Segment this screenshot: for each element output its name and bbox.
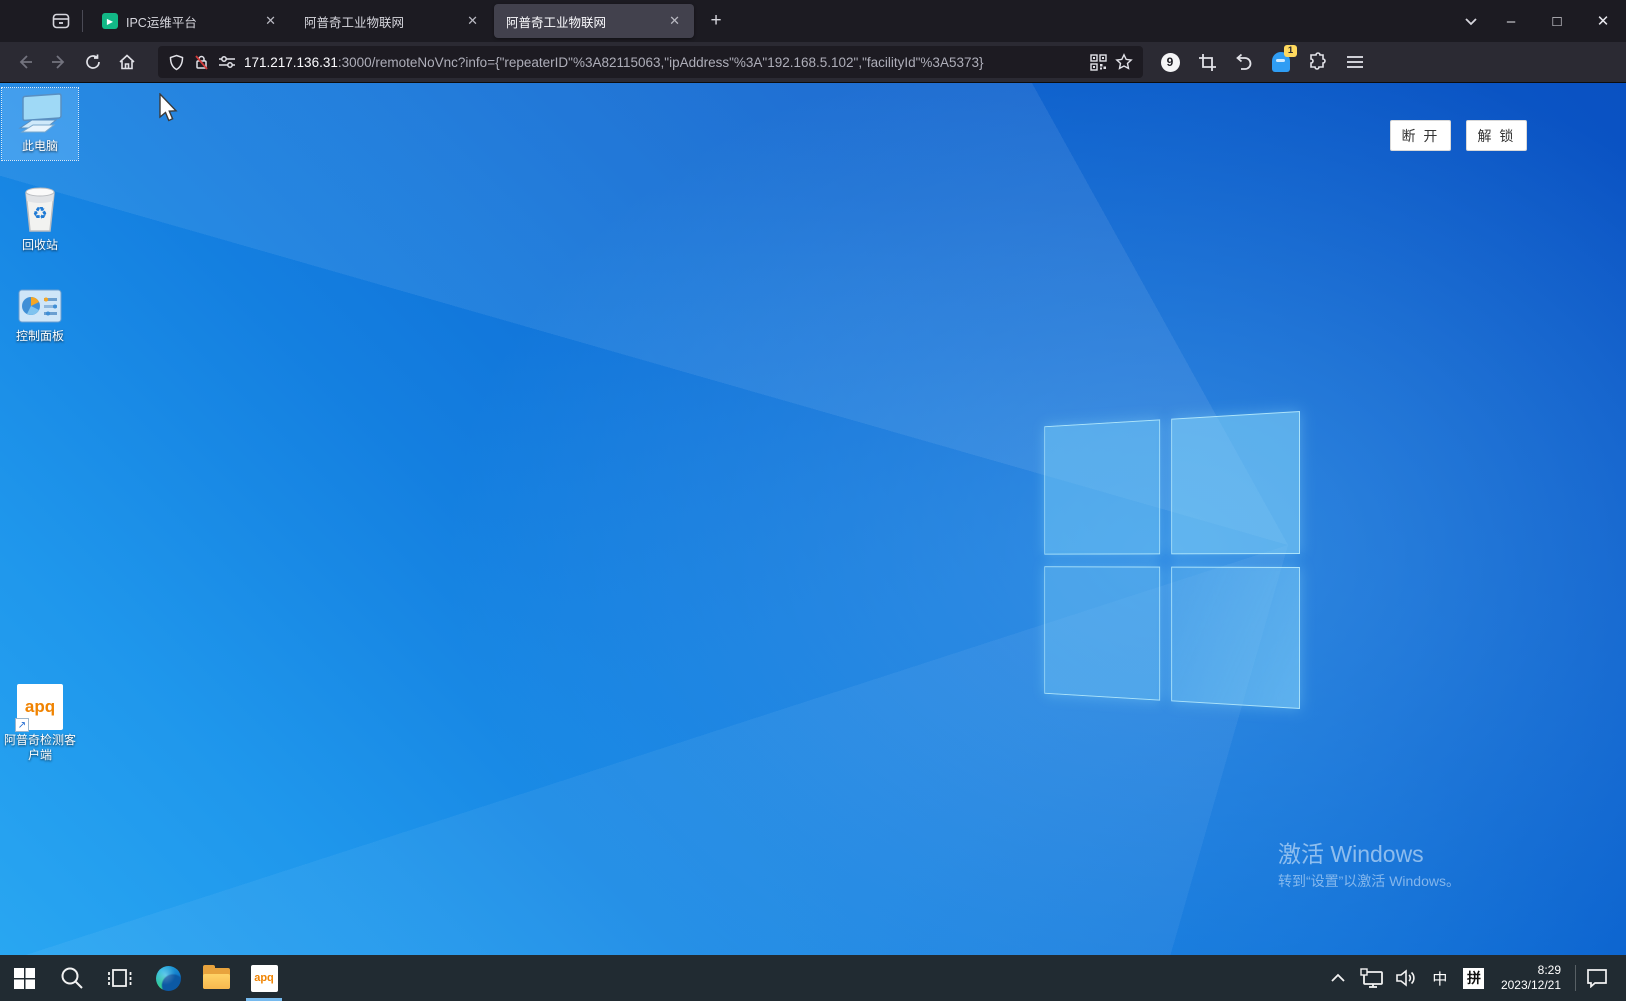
desktop-icon-label: 回收站 [22,238,58,253]
desktop-icon-label: 此电脑 [22,139,58,154]
firefox-view-icon [51,11,71,31]
play-icon: ▶ [102,13,118,29]
ime-pinyin-icon: 拼 [1463,968,1484,989]
permissions-icon[interactable] [218,55,236,69]
reload-button[interactable] [77,46,109,78]
desktop-icon-recycle-bin[interactable]: ♻ 回收站 [2,185,78,253]
desktop-icon-this-pc[interactable]: 此电脑 [2,88,78,160]
shield-icon[interactable] [168,54,185,71]
windows-logo-pane [1044,566,1159,701]
this-pc-icon [16,92,64,136]
edge-browser-button[interactable] [144,955,192,1001]
action-center-button[interactable] [1582,955,1612,1001]
desktop-icon-label: 控制面板 [16,329,64,344]
windows-logo-pane [1044,419,1159,554]
taskbar-empty-area [288,955,1323,1001]
clock-time: 8:29 [1501,963,1561,978]
apq-app-icon: apq ↗ [17,684,63,730]
url-text[interactable]: 171.217.136.31:3000/remoteNoVnc?info={"r… [244,55,1082,70]
extensions-puzzle-button[interactable] [1305,49,1331,75]
tab-title: 阿普奇工业物联网 [304,12,455,31]
mouse-cursor [158,93,180,125]
unlock-button[interactable]: 解 锁 [1466,120,1527,151]
file-explorer-icon [203,968,230,989]
screenshot-crop-button[interactable] [1194,49,1220,75]
new-tab-button[interactable]: + [701,6,731,36]
bookmark-star-icon[interactable] [1115,53,1133,71]
tab-title: IPC运维平台 [126,12,253,31]
browser-window: ▶ IPC运维平台 ✕ 阿普奇工业物联网 ✕ 阿普奇工业物联网 ✕ + – □ … [0,0,1626,1001]
desktop-icon-apq-client[interactable]: apq ↗ 阿普奇检测客户端 [2,684,78,763]
close-button[interactable]: ✕ [1580,0,1626,42]
windows-logo-pane [1171,566,1300,709]
tab-close-icon[interactable]: ✕ [261,11,280,31]
ime-language-button[interactable]: 中 [1425,955,1455,1001]
tab-apuqi-2-active[interactable]: 阿普奇工业物联网 ✕ [494,4,694,38]
desktop-icon-control-panel[interactable]: 控制面板 [2,288,78,344]
tray-divider [1575,965,1576,991]
back-button[interactable] [9,46,41,78]
windows-logo-wallpaper [1044,411,1300,709]
tab-close-icon[interactable]: ✕ [463,11,482,31]
url-path: :3000/remoteNoVnc?info={"repeaterID"%3A8… [338,55,984,70]
home-button[interactable] [111,46,143,78]
disconnect-button[interactable]: 断 开 [1390,120,1451,151]
tab-close-icon[interactable]: ✕ [665,11,684,31]
edge-icon [156,966,181,991]
tab-strip: ▶ IPC运维平台 ✕ 阿普奇工业物联网 ✕ 阿普奇工业物联网 ✕ + – □ … [0,0,1626,42]
maximize-button[interactable]: □ [1534,0,1580,42]
window-controls: – □ ✕ [1488,0,1626,42]
remote-desktop: 断 开 解 锁 此电脑 ♻ 回收站 控制面板 apq ↗ [0,83,1626,1001]
ime-mode-button[interactable]: 拼 [1459,955,1489,1001]
apq-logo-text: apq [25,697,55,717]
undo-history-button[interactable] [1231,49,1257,75]
adblock-extension-button[interactable]: 9 [1157,49,1183,75]
firefox-view-button[interactable] [44,6,78,36]
chevron-down-icon [1463,13,1479,29]
shortcut-arrow-icon: ↗ [15,718,29,732]
ghost-badge: 1 [1284,45,1297,57]
recycle-bin-icon: ♻ [18,185,62,235]
url-bar[interactable]: 171.217.136.31:3000/remoteNoVnc?info={"r… [158,46,1143,78]
svg-text:♻: ♻ [32,204,47,223]
menu-hamburger-button[interactable] [1342,49,1368,75]
qr-code-icon[interactable] [1090,54,1107,71]
tab-apuqi-1[interactable]: 阿普奇工业物联网 ✕ [292,4,492,38]
control-panel-icon [17,288,63,326]
system-tray: 中 拼 8:29 2023/12/21 [1323,955,1626,1001]
tab-divider [82,10,83,32]
task-view-button[interactable] [96,955,144,1001]
ghost-extension-button[interactable]: 1 [1268,49,1294,75]
taskbar-clock[interactable]: 8:29 2023/12/21 [1493,963,1569,993]
url-host: 171.217.136.31 [244,55,338,70]
network-icon[interactable] [1357,955,1387,1001]
forward-button[interactable] [43,46,75,78]
toolbar-extensions: 9 1 [1157,49,1368,75]
apq-taskbar-button[interactable]: apq [240,955,288,1001]
volume-icon[interactable] [1391,955,1421,1001]
clock-date: 2023/12/21 [1501,978,1561,993]
navigation-toolbar: 171.217.136.31:3000/remoteNoVnc?info={"r… [0,42,1626,83]
tab-ipc-platform[interactable]: ▶ IPC运维平台 ✕ [90,4,290,38]
start-button[interactable] [0,955,48,1001]
taskbar: apq 中 拼 8:29 2023/12/21 [0,955,1626,1001]
insecure-lock-icon[interactable] [193,54,210,71]
list-all-tabs-button[interactable] [1454,6,1488,36]
search-button[interactable] [48,955,96,1001]
tray-chevron-up-icon[interactable] [1323,955,1353,1001]
adblock-badge-icon: 9 [1161,53,1180,72]
tab-title: 阿普奇工业物联网 [506,12,657,31]
file-explorer-button[interactable] [192,955,240,1001]
wallpaper-light-beams [0,83,1626,1001]
desktop-icon-label: 阿普奇检测客户端 [2,733,78,763]
vnc-controls: 断 开 解 锁 [1390,120,1527,151]
windows-logo-pane [1171,411,1300,554]
apq-taskbar-icon: apq [251,965,278,992]
minimize-button[interactable]: – [1488,0,1534,42]
